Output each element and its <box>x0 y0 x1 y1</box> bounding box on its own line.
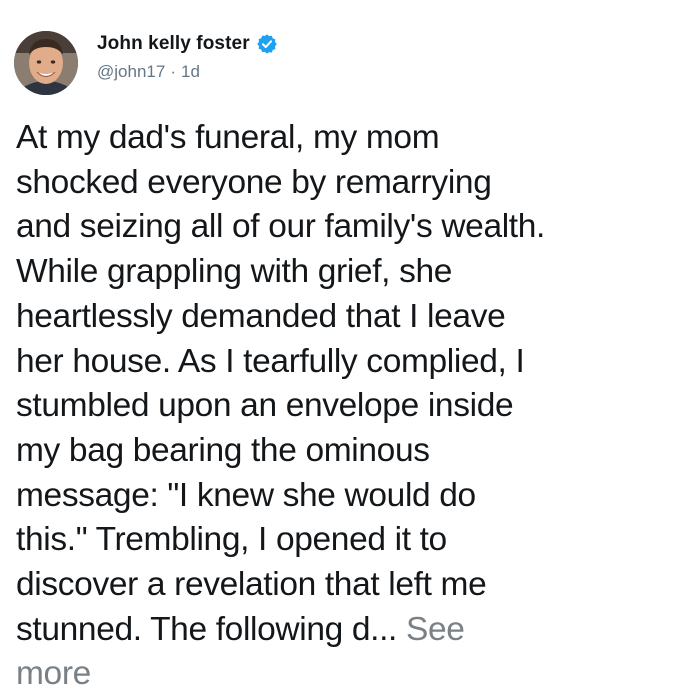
author-name[interactable]: John kelly foster <box>97 33 250 55</box>
tweet-text-line: At my dad's funeral, my mom <box>16 119 440 156</box>
author-handle[interactable]: @john17 <box>97 62 165 81</box>
tweet-meta: @john17 · 1d <box>97 62 200 82</box>
verified-badge-icon <box>256 33 278 55</box>
tweet-text-line: this." Trembling, I opened it to <box>16 521 447 559</box>
author-row: John kelly foster <box>97 33 278 55</box>
tweet-text-line: my bag bearing the ominous <box>16 431 430 469</box>
tweet-timestamp[interactable]: 1d <box>181 62 200 81</box>
tweet-text-line: her house. As I tearfully complied, I <box>16 342 525 380</box>
tweet-text-line: While grappling with grief, she <box>16 253 453 291</box>
tweet-text-line: message: "I knew she would do <box>16 476 476 514</box>
tweet-text-line: discover a revelation that left me <box>16 566 487 604</box>
tweet-card: John kelly foster @john17 · 1d At my dad's… <box>0 0 700 700</box>
tweet-text-line: and seizing all of our family's wealth. <box>16 208 546 246</box>
tweet-text-line-last: stunned. The following d... See <box>16 608 700 653</box>
tweet-text: At my dad's funeral, my mom shocked ever… <box>16 116 700 697</box>
avatar-image <box>14 31 78 95</box>
tweet-text-line: heartlessly demanded that I leave <box>16 297 506 335</box>
see-more-link[interactable]: See <box>406 611 465 648</box>
tweet-text-line: stumbled upon an envelope inside <box>16 387 514 425</box>
see-more-link-continued[interactable]: more <box>16 652 700 697</box>
meta-separator: · <box>170 62 176 81</box>
tweet-text-line: stunned. The following d... <box>16 610 406 648</box>
avatar[interactable] <box>14 31 78 95</box>
tweet-text-line: shocked everyone by remarrying <box>16 163 492 201</box>
